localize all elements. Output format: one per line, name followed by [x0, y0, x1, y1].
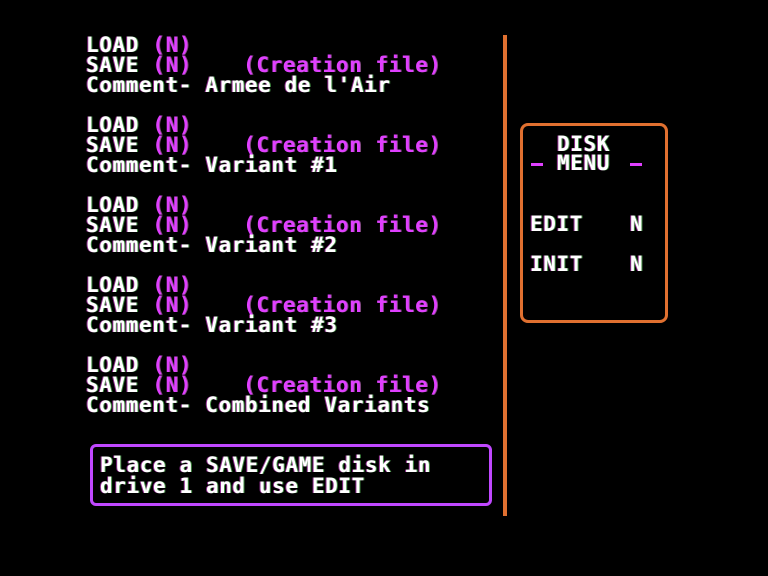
message-line-1: Place a SAVE/GAME disk in — [100, 453, 432, 477]
comment-row: Comment- Variant #2 — [86, 233, 338, 257]
save-option[interactable]: SAVE (N) — [86, 295, 192, 316]
comment-label: Comment- — [86, 153, 192, 177]
init-label[interactable]: INIT — [530, 254, 583, 275]
save-option[interactable]: SAVE (N) — [86, 135, 192, 156]
file-type-label: (Creation file) — [243, 373, 442, 397]
file-type-label: (Creation file) — [243, 213, 442, 237]
comment-row: Comment- Armee de l'Air — [86, 73, 391, 97]
comment-text: Variant #1 — [205, 153, 338, 177]
menu-title-dash-right — [630, 163, 642, 166]
save-option[interactable]: SAVE (N) — [86, 215, 192, 236]
vertical-divider — [503, 35, 507, 516]
edit-value: N — [630, 212, 644, 236]
comment-text: Variant #2 — [205, 233, 338, 257]
comment-row: Comment- Combined Variants — [86, 393, 431, 417]
comment-row: Comment- Variant #1 — [86, 153, 338, 177]
comment-text: Variant #3 — [205, 313, 338, 337]
file-type-label: (Creation file) — [243, 133, 442, 157]
comment-label: Comment- — [86, 313, 192, 337]
comment-text: Armee de l'Air — [205, 73, 391, 97]
menu-title-dash-left — [531, 163, 543, 166]
comment-text: Combined Variants — [205, 393, 431, 417]
comment-row: Comment- Variant #3 — [86, 313, 338, 337]
load-option[interactable]: LOAD (N) — [86, 115, 192, 136]
load-option[interactable]: LOAD (N) — [86, 355, 192, 376]
disk-menu-subtitle: MENU — [557, 151, 610, 175]
save-option[interactable]: SAVE (N) — [86, 55, 192, 76]
load-option[interactable]: LOAD (N) — [86, 275, 192, 296]
save-option[interactable]: SAVE (N) — [86, 375, 192, 396]
load-option[interactable]: LOAD (N) — [86, 35, 192, 56]
init-value: N — [630, 252, 644, 276]
comment-label: Comment- — [86, 233, 192, 257]
load-option[interactable]: LOAD (N) — [86, 195, 192, 216]
file-type-label: (Creation file) — [243, 293, 442, 317]
edit-label[interactable]: EDIT — [530, 214, 583, 235]
comment-label: Comment- — [86, 73, 192, 97]
game-screen: LOAD (N) SAVE (N) (Creation file) Commen… — [0, 0, 768, 576]
message-line-2: drive 1 and use EDIT — [100, 474, 365, 498]
comment-label: Comment- — [86, 393, 192, 417]
file-type-label: (Creation file) — [243, 53, 442, 77]
